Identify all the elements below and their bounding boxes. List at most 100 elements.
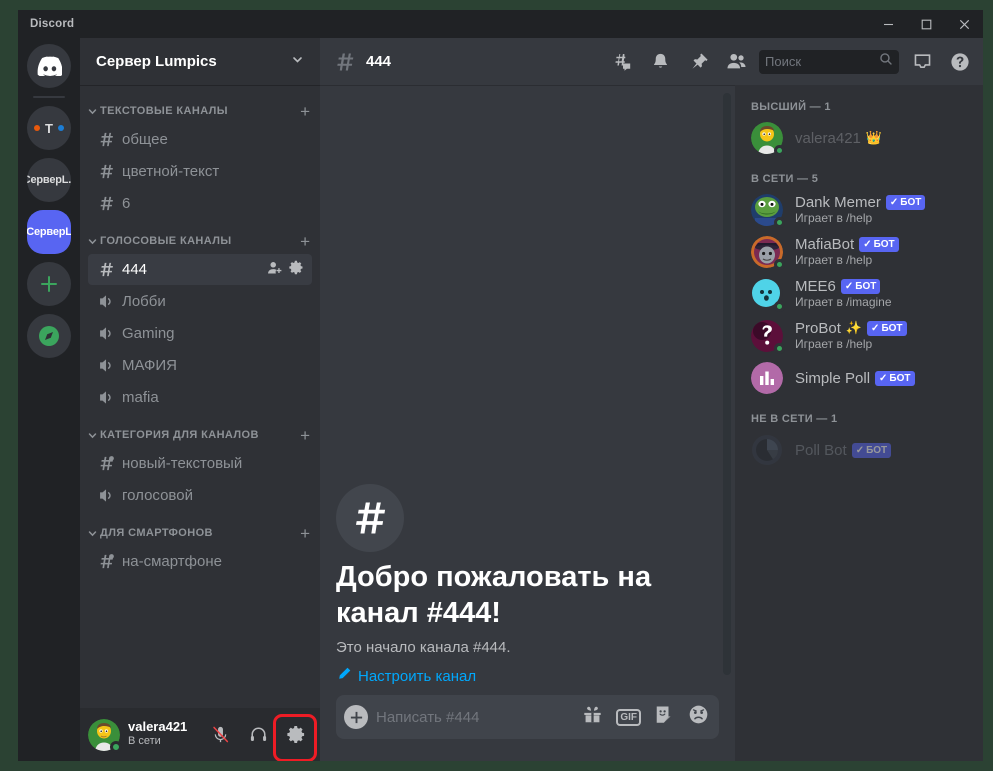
inbox-icon[interactable] (907, 47, 937, 77)
member-row-probot[interactable]: ProBot ✨ ✓ БОТ Играет в /help (743, 315, 975, 357)
channel-item-444[interactable]: 444 (88, 254, 312, 285)
hash-icon (96, 194, 116, 214)
chat-body: Добро пожаловать на канал #444! Это нача… (320, 85, 983, 761)
channel-sidebar: Сервер Lumpics ТЕКСТОВЫЕ КАНАЛЫ + общее … (80, 38, 320, 761)
window-body: T СерверL.r СерверL (18, 38, 983, 761)
hash-lock-icon (96, 552, 116, 572)
bot-badge: ✓ БОТ (859, 236, 899, 252)
search-box[interactable] (759, 49, 899, 74)
channel-item-gaming[interactable]: Gaming (88, 318, 312, 349)
category-header-category-for-channels[interactable]: КАТЕГОРИЯ ДЛЯ КАНАЛОВ + (80, 423, 320, 447)
channel-item-6[interactable]: 6 (88, 188, 312, 219)
chat-header: 444 (320, 38, 983, 85)
status-online-dot (774, 145, 785, 156)
channel-settings-icon[interactable] (289, 260, 304, 279)
message-input[interactable] (376, 708, 575, 726)
hash-icon (96, 162, 116, 182)
chevron-down-icon (87, 106, 98, 117)
welcome-hash-icon (336, 484, 404, 553)
sticker-icon[interactable] (654, 704, 675, 730)
status-online-dot (774, 217, 785, 228)
discord-home-button[interactable] (27, 44, 71, 88)
member-avatar-image (751, 362, 783, 394)
category-header-voice-channels[interactable]: ГОЛОСОВЫЕ КАНАЛЫ + (80, 229, 320, 253)
title-bar: Discord (18, 10, 983, 38)
member-row-simple-poll[interactable]: Simple Poll ✓ БОТ (743, 357, 975, 399)
avatar (751, 194, 785, 228)
member-list-icon[interactable] (721, 47, 751, 77)
channel-item-obshchee[interactable]: общее (88, 124, 312, 155)
edit-channel-link[interactable]: Настроить канал (336, 666, 476, 686)
avatar[interactable] (88, 718, 122, 753)
headphones-icon[interactable] (242, 719, 274, 751)
guild-item-serverlr[interactable]: СерверL.r (27, 158, 71, 202)
notifications-bell-icon[interactable] (645, 47, 675, 77)
member-row-valera421[interactable]: valera421 👑 (743, 117, 975, 159)
pinned-messages-icon[interactable] (683, 47, 713, 77)
member-row-mee6[interactable]: MEE6 ✓ БОТ Играет в /imagine (743, 273, 975, 315)
avatar (751, 278, 785, 312)
category-label: ГОЛОСОВЫЕ КАНАЛЫ (100, 235, 232, 247)
threads-icon[interactable] (607, 47, 637, 77)
add-channel-icon[interactable]: + (300, 103, 310, 120)
member-info: ProBot ✨ ✓ БОТ Играет в /help (795, 320, 967, 353)
channel-item-golosovoy[interactable]: голосовой (88, 480, 312, 511)
member-name: Simple Poll (795, 369, 871, 387)
pencil-icon (336, 666, 352, 686)
messages-scrollbar[interactable] (723, 93, 731, 675)
member-info: MEE6 ✓ БОТ Играет в /imagine (795, 278, 967, 311)
bot-badge: ✓ БОТ (885, 194, 926, 210)
maximize-button[interactable] (907, 10, 945, 38)
channel-label: Лобби (122, 293, 166, 310)
message-composer[interactable]: GIF (336, 695, 719, 739)
emoji-icon[interactable] (688, 704, 709, 730)
member-row-mafiabot[interactable]: MafiaBot ✓ БОТ Играет в /help (743, 231, 975, 273)
dot-orange (34, 125, 41, 131)
gift-icon[interactable] (582, 704, 603, 730)
microphone-muted-icon[interactable] (204, 719, 236, 751)
channel-item-mafia[interactable]: mafia (88, 382, 312, 413)
rail-separator (33, 96, 65, 98)
member-info: Dank Memer ✓ БОТ Играет в /help (795, 194, 967, 227)
channel-list: ТЕКСТОВЫЕ КАНАЛЫ + общее цветной-текст 6… (80, 85, 320, 708)
gif-icon[interactable]: GIF (616, 708, 641, 726)
member-row-poll-bot[interactable]: Poll Bot ✓ БОТ (743, 429, 975, 471)
guild-item-t-label: T (45, 120, 53, 136)
server-name: Сервер Lumpics (96, 53, 217, 70)
minimize-button[interactable] (869, 10, 907, 38)
channel-label: mafia (122, 389, 159, 406)
member-name: valera421 (795, 129, 861, 147)
member-name: ProBot (795, 319, 841, 337)
hash-icon (334, 51, 356, 73)
channel-item-mafiya[interactable]: МАФИЯ (88, 350, 312, 381)
channel-item-na-smartfone[interactable]: на-смартфоне (88, 546, 312, 577)
add-member-icon[interactable] (267, 260, 283, 280)
add-channel-icon[interactable]: + (300, 525, 310, 542)
user-settings-icon[interactable] (280, 719, 312, 751)
category-header-for-smartphones[interactable]: ДЛЯ СМАРТФОНОВ + (80, 521, 320, 545)
close-button[interactable] (945, 10, 983, 38)
guild-item-serverl[interactable]: СерверL (27, 210, 71, 254)
add-channel-icon[interactable]: + (300, 233, 310, 250)
help-icon[interactable] (945, 47, 975, 77)
channel-item-novyy-tekstovyy[interactable]: новый-текстовый (88, 448, 312, 479)
speaker-icon (96, 388, 116, 408)
member-group-title: ВЫСШИЙ — 1 (751, 101, 831, 113)
search-icon[interactable] (879, 52, 893, 71)
attach-plus-icon[interactable] (344, 705, 368, 729)
app-title: Discord (30, 18, 75, 30)
chevron-down-icon (87, 528, 98, 539)
add-channel-icon[interactable]: + (300, 427, 310, 444)
member-row-dank-memer[interactable]: Dank Memer ✓ БОТ Играет в /help (743, 189, 975, 231)
channel-item-lobbi[interactable]: Лобби (88, 286, 312, 317)
server-header[interactable]: Сервер Lumpics (80, 38, 320, 85)
user-meta[interactable]: valera421 В сети (126, 719, 198, 748)
channel-item-cvetnoy-tekst[interactable]: цветной-текст (88, 156, 312, 187)
explore-servers-button[interactable] (27, 314, 71, 358)
add-server-button[interactable] (27, 262, 71, 306)
search-input[interactable] (765, 54, 875, 69)
welcome-title: Добро пожаловать на канал #444! (336, 561, 652, 629)
member-name: Dank Memer (795, 193, 881, 211)
guild-item-t[interactable]: T (27, 106, 71, 150)
category-header-text-channels[interactable]: ТЕКСТОВЫЕ КАНАЛЫ + (80, 99, 320, 123)
